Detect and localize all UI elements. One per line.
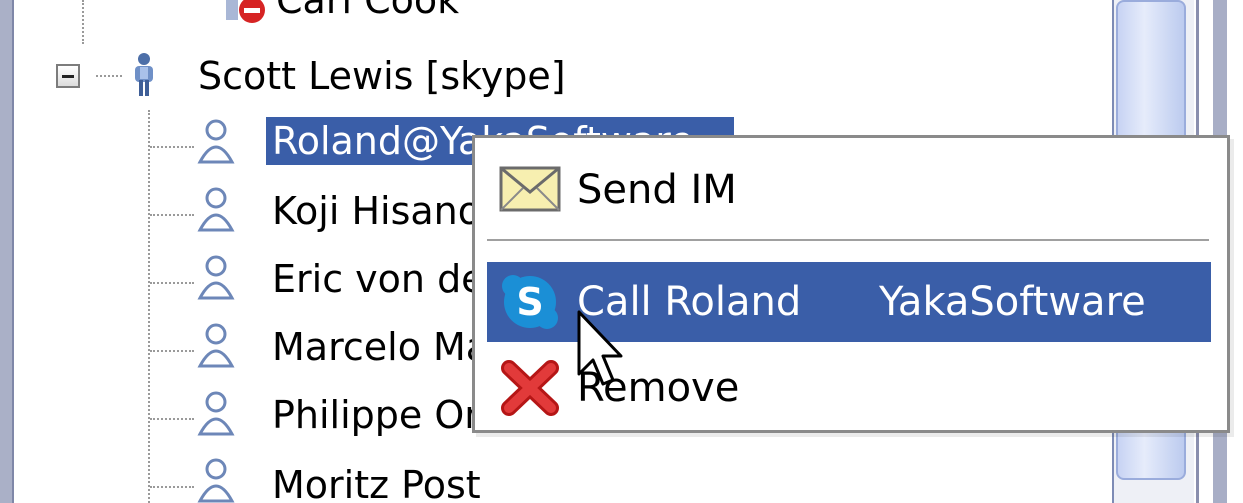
offline-status-icon <box>226 0 265 23</box>
menu-item-send-im[interactable]: Send IM <box>487 150 1211 230</box>
tree-line <box>150 486 194 488</box>
skype-icon: S <box>502 275 558 329</box>
contact-user-icon <box>197 391 235 436</box>
menu-item-label: Send IM <box>577 167 737 213</box>
tree-line <box>150 350 194 352</box>
red-x-icon <box>501 360 559 416</box>
tree-line <box>82 0 84 44</box>
menu-item-detail: YakaSoftware <box>879 279 1146 325</box>
tree-line <box>150 282 194 284</box>
contact-row[interactable]: Moritz Post <box>266 455 487 503</box>
contacts-window: Carl Cook Scott Lewis [skype] Roland@Yak… <box>0 0 1243 503</box>
contact-label: Carl Cook <box>276 0 460 22</box>
group-label: Scott Lewis [skype] <box>198 54 566 98</box>
contact-user-icon <box>197 458 235 503</box>
menu-separator <box>487 239 1209 243</box>
tree-line <box>96 75 122 77</box>
contact-user-icon <box>197 119 235 164</box>
contact-user-icon <box>197 187 235 232</box>
contact-label: Moritz Post <box>272 463 481 503</box>
group-user-icon <box>135 53 153 96</box>
collapse-toggle[interactable] <box>56 64 80 88</box>
contact-user-icon <box>197 255 235 300</box>
contact-row[interactable]: Koji Hisano <box>266 181 487 241</box>
envelope-icon <box>499 166 561 212</box>
group-row[interactable]: Scott Lewis [skype] <box>192 46 572 106</box>
tree-line <box>150 418 194 420</box>
tree-line <box>150 214 194 216</box>
contact-user-icon <box>197 323 235 368</box>
mouse-cursor-icon <box>577 310 623 386</box>
contact-label: Koji Hisano <box>272 189 482 233</box>
svg-text:S: S <box>516 280 543 324</box>
tree-line <box>148 110 150 503</box>
tree-line <box>150 146 194 148</box>
